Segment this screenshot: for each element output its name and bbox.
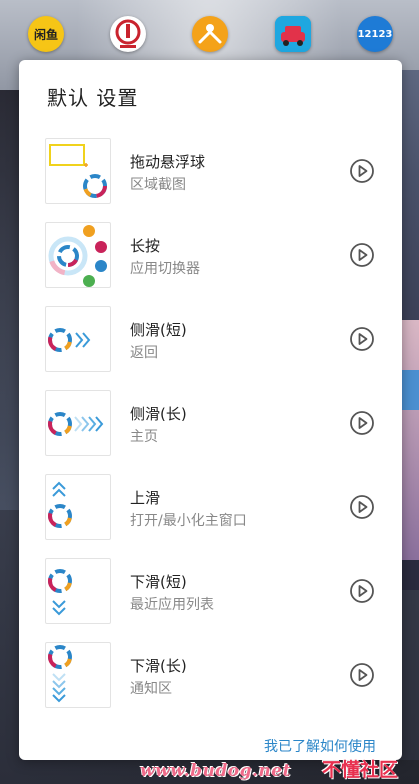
gesture-row-swipe-up[interactable]: 上滑 打开/最小化主窗口 [19,474,402,558]
car-icon [275,16,311,52]
row-subtitle: 区域截图 [130,177,186,193]
swipe-down-long-thumbnail [45,642,111,708]
row-title: 下滑(短) [130,573,187,591]
row-title: 侧滑(短) [130,321,187,339]
gesture-row-drag[interactable]: 拖动悬浮球 区域截图 [19,138,402,222]
wallpaper-blue-area [399,370,419,410]
swipe-short-thumbnail [45,306,111,372]
play-icon[interactable] [349,158,375,184]
wallpaper-pink-area [399,320,419,560]
play-icon[interactable] [349,410,375,436]
row-title: 下滑(长) [130,657,187,675]
row-title: 长按 [130,237,161,255]
row-subtitle: 通知区 [130,681,172,697]
gesture-row-swipe-long[interactable]: 侧滑(长) 主页 [19,390,402,474]
watermark-bar: www.budog.net 不懂社区 [0,759,419,784]
gesture-row-swipe-down-short[interactable]: 下滑(短) 最近应用列表 [19,558,402,642]
play-icon[interactable] [349,326,375,352]
play-icon[interactable] [349,494,375,520]
long-press-thumbnail [45,222,111,288]
row-title: 拖动悬浮球 [130,153,206,171]
person-icon [198,24,222,44]
swipe-up-thumbnail [45,474,111,540]
12123-app-icon[interactable]: 12123 [357,16,393,52]
play-icon[interactable] [349,662,375,688]
swipe-long-thumbnail [45,390,111,456]
gesture-row-long-press[interactable]: 长按 应用切换器 [19,222,402,306]
default-settings-dialog: 默认 设置 拖动悬浮球 区域截图 长按 应用切换器 侧滑(短) 返回 侧滑(长)… [19,60,402,760]
orange-app-icon[interactable] [192,16,228,52]
watermark-brand: 不懂社区 [322,759,399,781]
watermark-site: www.budog.net [140,761,291,781]
dialog-title: 默认 设置 [47,86,139,110]
gesture-row-swipe-short[interactable]: 侧滑(短) 返回 [19,306,402,390]
xianyu-app-icon[interactable]: 闲鱼 [28,16,64,52]
row-title: 侧滑(长) [130,405,187,423]
row-subtitle: 应用切换器 [130,261,200,277]
row-subtitle: 返回 [130,345,158,361]
drag-gesture-thumbnail [45,138,111,204]
railway-12306-app-icon[interactable] [110,16,146,52]
play-icon[interactable] [349,578,375,604]
row-subtitle: 主页 [130,429,158,445]
play-icon[interactable] [349,242,375,268]
railway-logo-icon [115,19,141,48]
row-subtitle: 打开/最小化主窗口 [130,513,247,529]
car-app-icon[interactable] [275,16,311,52]
row-subtitle: 最近应用列表 [130,597,214,613]
acknowledge-link[interactable]: 我已了解如何使用 [264,736,376,756]
row-title: 上滑 [130,489,161,507]
gesture-row-swipe-down-long[interactable]: 下滑(长) 通知区 [19,642,402,726]
swipe-down-short-thumbnail [45,558,111,624]
